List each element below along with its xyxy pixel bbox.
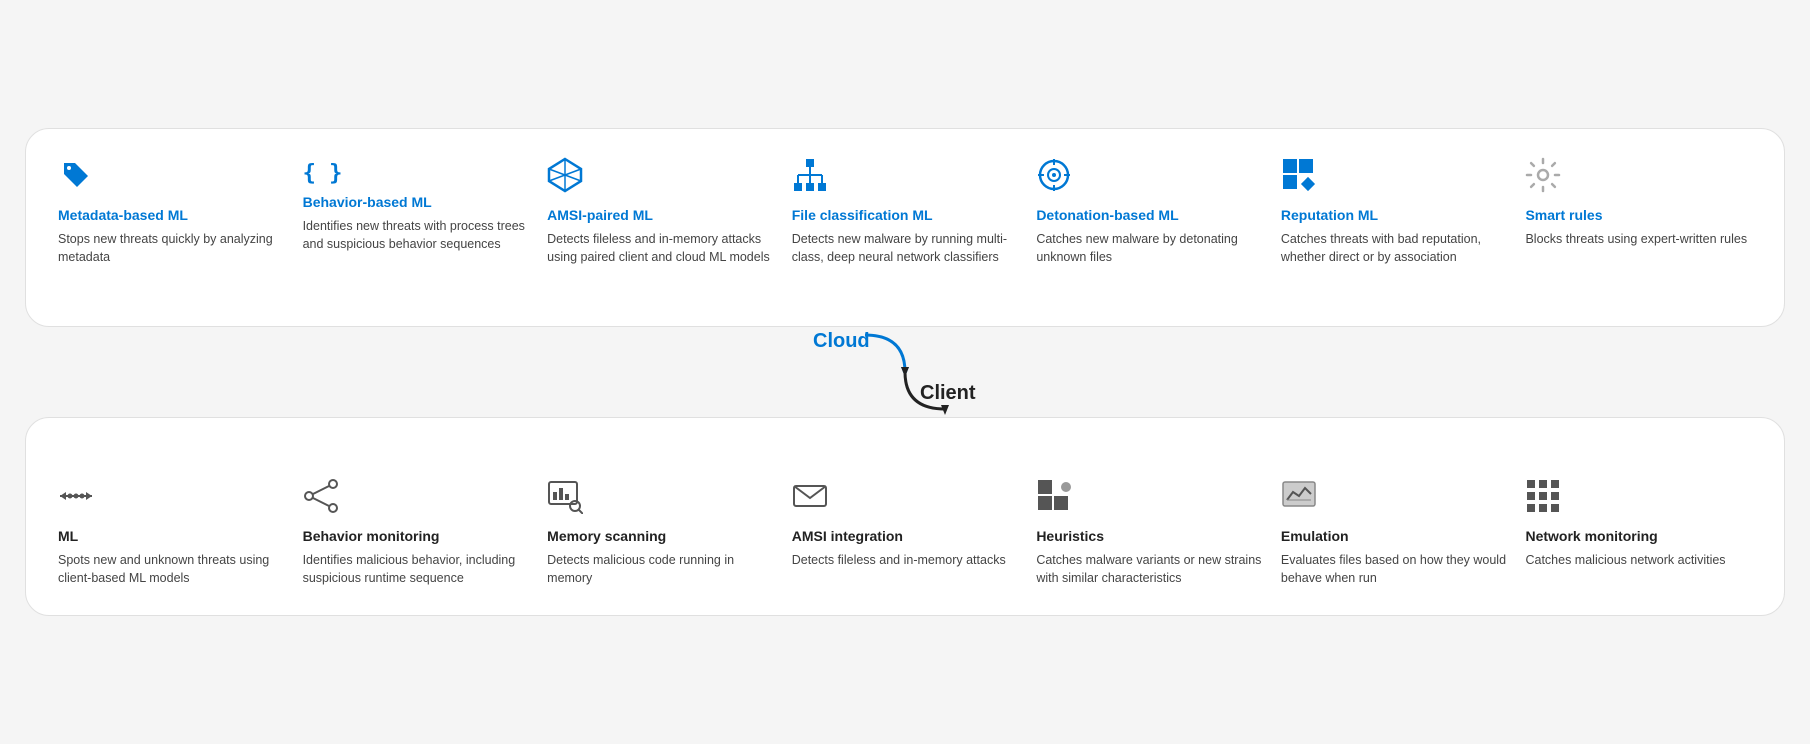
client-item-heuristics-desc: Catches malware variants or new strains … — [1036, 551, 1263, 587]
svg-text:Cloud: Cloud — [813, 330, 870, 352]
divider-area: Cloud Client — [25, 327, 1785, 417]
client-item-memory-scan: Memory scanning Detects malicious code r… — [547, 478, 792, 587]
client-item-net-mon: Network monitoring Catches malicious net… — [1525, 478, 1752, 587]
client-item-emulation-title: Emulation — [1281, 527, 1508, 545]
emulation-icon — [1281, 478, 1508, 519]
svg-text:Client: Client — [920, 382, 976, 404]
client-item-net-mon-title: Network monitoring — [1525, 527, 1752, 545]
client-item-heuristics-title: Heuristics — [1036, 527, 1263, 545]
arrows-lr-icon — [58, 478, 285, 519]
amsi-cloud-icon — [547, 157, 774, 198]
client-item-net-mon-desc: Catches malicious network activities — [1525, 551, 1752, 569]
cloud-item-file-class-ml-title: File classification ML — [792, 206, 1019, 224]
client-item-ml: ML Spots new and unknown threats using c… — [58, 478, 303, 587]
client-item-behavior-mon-title: Behavior monitoring — [303, 527, 530, 545]
client-item-ml-desc: Spots new and unknown threats using clie… — [58, 551, 285, 587]
cloud-item-smart-rules-title: Smart rules — [1525, 206, 1752, 224]
gear-icon — [1525, 157, 1752, 198]
cloud-item-behavior-ml-title: Behavior-based ML — [303, 193, 530, 211]
client-item-amsi-int-title: AMSI integration — [792, 527, 1019, 545]
cloud-item-metadata-ml-title: Metadata-based ML — [58, 206, 285, 224]
client-item-amsi-int-desc: Detects fileless and in-memory attacks — [792, 551, 1019, 569]
grid-icon — [1525, 478, 1752, 519]
cloud-item-amsi-ml-desc: Detects fileless and in-memory attacks u… — [547, 230, 774, 266]
client-item-amsi-int: AMSI integration Detects fileless and in… — [792, 478, 1037, 587]
diagram-wrapper: Metadata-based ML Stops new threats quic… — [25, 128, 1785, 617]
cloud-item-amsi-ml: AMSI-paired ML Detects fileless and in-m… — [547, 157, 792, 266]
heuristics-icon — [1036, 478, 1263, 519]
client-section: ML Spots new and unknown threats using c… — [25, 417, 1785, 616]
arrows-svg: Cloud Client — [705, 327, 1105, 417]
client-item-memory-scan-desc: Detects malicious code running in memory — [547, 551, 774, 587]
cloud-item-metadata-ml: Metadata-based ML Stops new threats quic… — [58, 157, 303, 266]
tag-icon — [58, 157, 285, 198]
cloud-item-behavior-ml: { } Behavior-based ML Identifies new thr… — [303, 157, 548, 266]
cloud-item-file-class-ml-desc: Detects new malware by running multi-cla… — [792, 230, 1019, 266]
cloud-item-detonation-ml-desc: Catches new malware by detonating unknow… — [1036, 230, 1263, 266]
client-item-behavior-mon-desc: Identifies malicious behavior, including… — [303, 551, 530, 587]
reputation-icon — [1281, 157, 1508, 198]
client-item-ml-title: ML — [58, 527, 285, 545]
hierarchy-icon — [792, 157, 1019, 198]
cloud-items-row: Metadata-based ML Stops new threats quic… — [58, 157, 1752, 266]
cloud-item-smart-rules-desc: Blocks threats using expert-written rule… — [1525, 230, 1752, 248]
cloud-item-metadata-ml-desc: Stops new threats quickly by analyzing m… — [58, 230, 285, 266]
chart-search-icon — [547, 478, 774, 519]
client-item-emulation: Emulation Evaluates files based on how t… — [1281, 478, 1526, 587]
client-item-memory-scan-title: Memory scanning — [547, 527, 774, 545]
target-icon — [1036, 157, 1263, 198]
cloud-item-reputation-ml: Reputation ML Catches threats with bad r… — [1281, 157, 1526, 266]
cloud-item-file-class-ml: File classification ML Detects new malwa… — [792, 157, 1037, 266]
share-icon — [303, 478, 530, 519]
client-item-behavior-mon: Behavior monitoring Identifies malicious… — [303, 478, 548, 587]
client-items-row: ML Spots new and unknown threats using c… — [58, 478, 1752, 587]
code-icon: { } — [303, 157, 530, 185]
cloud-item-reputation-ml-title: Reputation ML — [1281, 206, 1508, 224]
cloud-item-amsi-ml-title: AMSI-paired ML — [547, 206, 774, 224]
envelope-icon — [792, 478, 1019, 519]
cloud-item-detonation-ml: Detonation-based ML Catches new malware … — [1036, 157, 1281, 266]
cloud-section: Metadata-based ML Stops new threats quic… — [25, 128, 1785, 327]
client-item-heuristics: Heuristics Catches malware variants or n… — [1036, 478, 1281, 587]
client-item-emulation-desc: Evaluates files based on how they would … — [1281, 551, 1508, 587]
cloud-item-behavior-ml-desc: Identifies new threats with process tree… — [303, 217, 530, 253]
cloud-item-detonation-ml-title: Detonation-based ML — [1036, 206, 1263, 224]
cloud-item-smart-rules: Smart rules Blocks threats using expert-… — [1525, 157, 1752, 266]
cloud-item-reputation-ml-desc: Catches threats with bad reputation, whe… — [1281, 230, 1508, 266]
